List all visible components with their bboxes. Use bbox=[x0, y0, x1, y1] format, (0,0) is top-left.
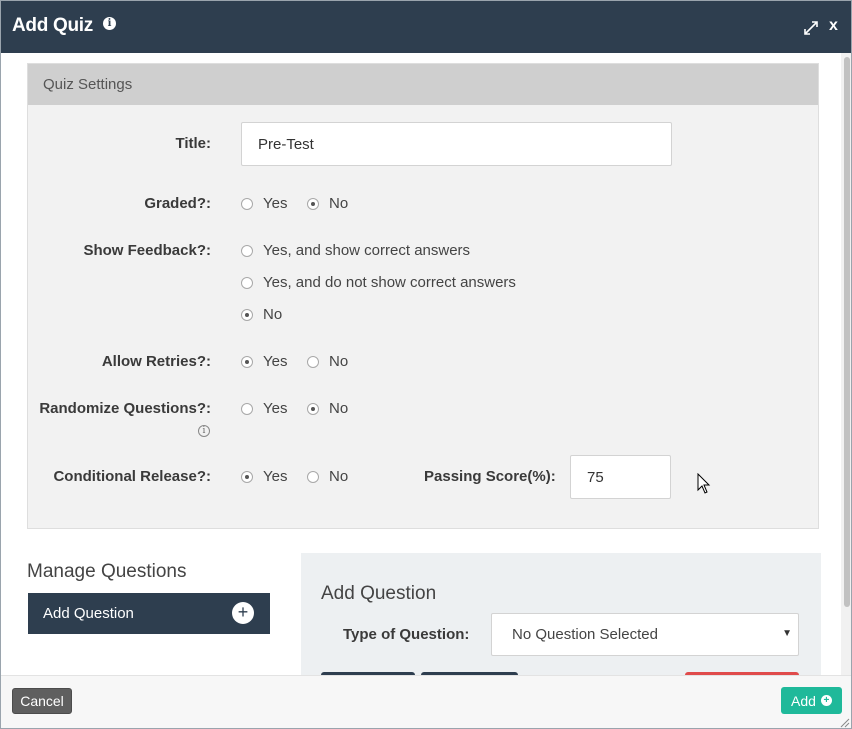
conditional-no-radio[interactable]: No bbox=[307, 468, 348, 485]
mouse-cursor-icon bbox=[697, 473, 711, 494]
quiz-settings-panel: Quiz Settings Title: Pre-Test Graded?: Y… bbox=[27, 63, 819, 529]
scrollbar[interactable] bbox=[841, 53, 851, 675]
dialog-title: Add Quiz bbox=[12, 15, 93, 36]
add-quiz-dialog: Add Quiz i x Quiz Settings Title: Pre-Te… bbox=[0, 0, 852, 729]
radio-icon bbox=[241, 402, 253, 415]
radio-icon bbox=[241, 197, 253, 210]
radio-selected-icon bbox=[241, 308, 253, 321]
randomize-label: Randomize Questions?: bbox=[39, 400, 211, 417]
dropdown-caret-icon: ▼ bbox=[782, 628, 792, 639]
graded-no-radio[interactable]: No bbox=[307, 195, 348, 212]
randomize-info-icon[interactable]: i bbox=[198, 425, 210, 437]
add-question-panel: Add Question Type of Question: No Questi… bbox=[301, 553, 821, 675]
randomize-no-radio[interactable]: No bbox=[307, 400, 348, 417]
quiz-settings-header: Quiz Settings bbox=[28, 64, 818, 105]
passing-score-label: Passing Score(%): bbox=[424, 468, 556, 485]
radio-icon bbox=[241, 244, 253, 257]
question-type-select[interactable]: No Question Selected ▼ bbox=[491, 613, 799, 656]
add-question-button-label: Add Question bbox=[43, 605, 134, 622]
add-question-title: Add Question bbox=[321, 583, 437, 604]
conditional-release-label: Conditional Release?: bbox=[53, 468, 211, 485]
passing-score-input[interactable]: 75 bbox=[570, 455, 671, 499]
cancel-button[interactable]: Cancel bbox=[12, 688, 72, 714]
randomize-yes-radio[interactable]: Yes bbox=[241, 400, 287, 417]
manage-questions-title: Manage Questions bbox=[27, 561, 187, 582]
feedback-hide-correct-radio[interactable]: Yes, and do not show correct answers bbox=[241, 274, 516, 291]
add-button[interactable]: Add + bbox=[781, 687, 842, 714]
radio-selected-icon bbox=[307, 197, 319, 210]
graded-yes-radio[interactable]: Yes bbox=[241, 195, 287, 212]
allow-retries-label: Allow Retries?: bbox=[101, 353, 211, 370]
title-label: Title: bbox=[175, 135, 211, 152]
dialog-body: Quiz Settings Title: Pre-Test Graded?: Y… bbox=[1, 53, 841, 675]
resize-handle-icon[interactable] bbox=[838, 716, 850, 728]
dialog-titlebar: Add Quiz i x bbox=[1, 1, 851, 53]
radio-selected-icon bbox=[307, 402, 319, 415]
radio-icon bbox=[307, 355, 319, 368]
question-type-label: Type of Question: bbox=[343, 626, 470, 643]
conditional-yes-radio[interactable]: Yes bbox=[241, 468, 287, 485]
plus-circle-icon: + bbox=[820, 695, 832, 706]
add-question-button[interactable]: Add Question + bbox=[28, 593, 270, 634]
close-button[interactable]: x bbox=[829, 17, 838, 35]
radio-icon bbox=[241, 276, 253, 289]
show-feedback-label: Show Feedback?: bbox=[83, 242, 211, 259]
quiz-settings-title: Quiz Settings bbox=[43, 76, 133, 93]
retries-yes-radio[interactable]: Yes bbox=[241, 353, 287, 370]
graded-label: Graded?: bbox=[144, 195, 211, 212]
scrollbar-thumb[interactable] bbox=[844, 57, 850, 607]
retries-no-radio[interactable]: No bbox=[307, 353, 348, 370]
dialog-footer: Cancel Add + bbox=[1, 675, 851, 728]
plus-circle-icon: + bbox=[232, 602, 254, 624]
radio-selected-icon bbox=[241, 355, 253, 368]
feedback-show-correct-radio[interactable]: Yes, and show correct answers bbox=[241, 242, 470, 259]
expand-icon[interactable] bbox=[802, 19, 820, 37]
radio-selected-icon bbox=[241, 470, 253, 483]
radio-icon bbox=[307, 470, 319, 483]
feedback-no-radio[interactable]: No bbox=[241, 306, 282, 323]
title-input[interactable]: Pre-Test bbox=[241, 122, 672, 166]
info-icon[interactable]: i bbox=[103, 17, 116, 30]
